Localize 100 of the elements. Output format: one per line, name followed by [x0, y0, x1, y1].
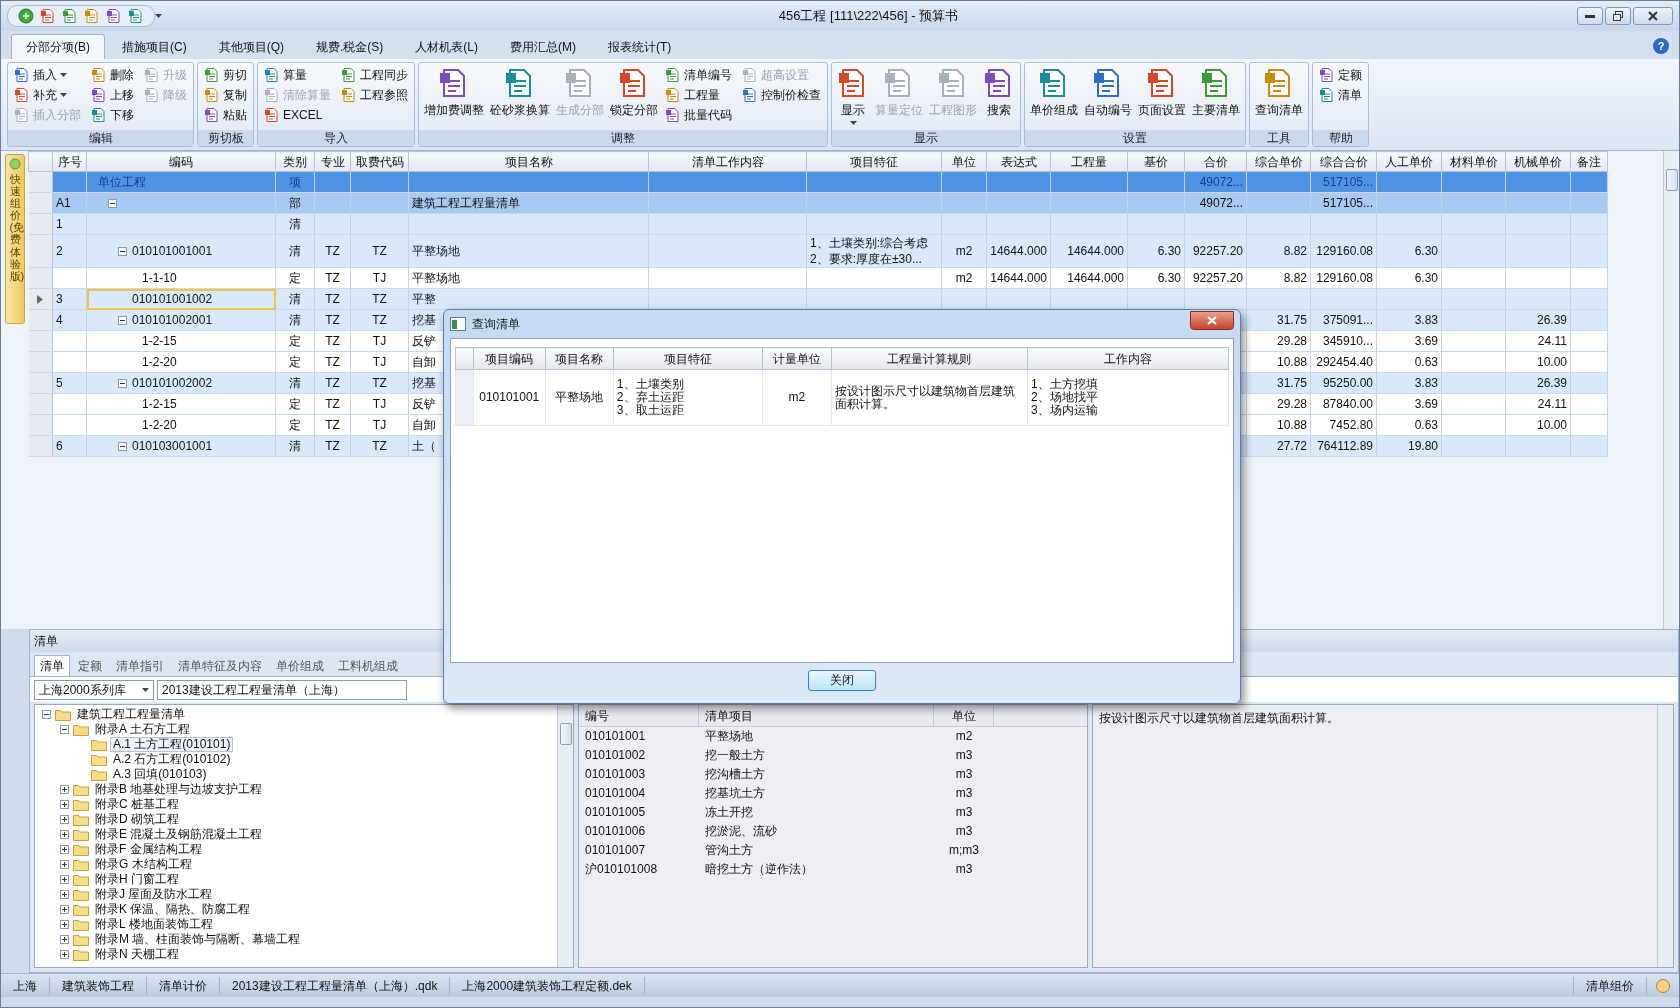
minus-box-icon[interactable] [118, 315, 127, 325]
dropdown[interactable]: 2013建设工程工程量清单（上海） [157, 679, 407, 700]
column-header[interactable]: 项目名称 [408, 151, 649, 172]
plus-circle-icon[interactable] [18, 8, 34, 24]
tree-item[interactable]: A.3 回填(010103) [110, 767, 210, 782]
scroll-thumb[interactable] [1665, 169, 1678, 191]
scrollbar[interactable] [1663, 151, 1679, 629]
ribbon-button[interactable]: 增加费调整 [423, 65, 485, 121]
column-header[interactable]: 清单工作内容 [648, 151, 807, 172]
tree-item[interactable]: 附录D 砌筑工程 [92, 812, 182, 827]
plus-box-icon[interactable] [60, 875, 69, 884]
ribbon-button[interactable]: 显示 [836, 65, 870, 127]
help-button[interactable]: ? [1653, 38, 1669, 54]
panel-tab[interactable]: 清单指引 [110, 655, 170, 676]
ribbon-button[interactable]: 主要清单 [1191, 65, 1241, 121]
plus-box-icon[interactable] [60, 950, 69, 959]
ribbon-button[interactable]: 复制 [202, 85, 249, 105]
column-header[interactable]: 综合合价 [1310, 151, 1377, 172]
panel-tab[interactable]: 工料机组成 [332, 655, 404, 676]
ribbon-button[interactable]: 清单 [1317, 85, 1364, 105]
ribbon-button[interactable]: 页面设置 [1137, 65, 1187, 121]
ribbon-button[interactable]: 工程参照 [339, 85, 410, 105]
ribbon-button[interactable]: 粘贴 [202, 105, 249, 125]
ribbon-button[interactable]: 补充 [12, 85, 83, 105]
column-header[interactable]: 合价 [1184, 151, 1247, 172]
minus-box-icon[interactable] [118, 441, 127, 451]
side-tab[interactable]: 快速组价(免费体验版) [5, 154, 25, 324]
ribbon-tab[interactable]: 其他项目(Q) [203, 34, 299, 59]
tree-item[interactable]: 建筑工程工程量清单 [74, 707, 188, 722]
plus-box-icon[interactable] [60, 905, 69, 914]
minus-box-icon[interactable] [60, 725, 69, 734]
panel-tab[interactable]: 单价组成 [270, 655, 330, 676]
ribbon-button[interactable]: 清单编号 [663, 65, 734, 85]
minus-box-icon[interactable] [108, 198, 117, 208]
ribbon-tab[interactable]: 费用汇总(M) [495, 34, 591, 59]
close-button[interactable] [1190, 310, 1234, 330]
column-header[interactable]: 人工单价 [1376, 151, 1442, 172]
column-header[interactable]: 编码 [86, 151, 276, 172]
ribbon-tab[interactable]: 措施项目(C) [107, 34, 202, 59]
plus-box-icon[interactable] [60, 860, 69, 869]
ribbon-button[interactable]: 搜索 [982, 65, 1016, 121]
tree-item[interactable]: 附录C 桩基工程 [92, 797, 182, 812]
panel-tab[interactable]: 清单 [34, 655, 70, 676]
tree-item[interactable]: 附录J 屋面及防水工程 [92, 887, 216, 902]
column-header[interactable]: 类别 [275, 151, 315, 172]
plus-box-icon[interactable] [60, 815, 69, 824]
tree-item[interactable]: 附录K 保温、隔热、防腐工程 [92, 902, 254, 917]
panel-tab[interactable]: 定额 [72, 655, 108, 676]
ribbon-tab[interactable]: 人材机表(L) [400, 34, 493, 59]
tree-item[interactable]: 附录F 金属结构工程 [92, 842, 205, 857]
scrollbar[interactable] [557, 705, 573, 967]
column-header[interactable]: 机械单价 [1505, 151, 1571, 172]
document-icon[interactable] [106, 8, 122, 24]
ribbon-tab[interactable]: 分部分项(B) [11, 34, 105, 59]
column-header[interactable]: 工程量 [1050, 151, 1128, 172]
column-header[interactable]: 项目特征 [806, 151, 942, 172]
column-header[interactable]: 项目名称 [545, 347, 614, 370]
ribbon-button[interactable]: EXCEL [262, 105, 333, 125]
document-icon[interactable] [128, 8, 144, 24]
plus-box-icon[interactable] [60, 935, 69, 944]
close-button[interactable]: 关闭 [808, 669, 876, 691]
column-header[interactable]: 基价 [1127, 151, 1185, 172]
document-icon[interactable] [40, 8, 56, 24]
minus-box-icon[interactable] [118, 246, 127, 256]
column-header[interactable]: 工程量计算规则 [831, 347, 1028, 370]
column-header[interactable]: 专业 [314, 151, 351, 172]
column-header[interactable]: 编号 [579, 705, 699, 726]
ribbon-button[interactable]: 下移 [89, 105, 136, 125]
ribbon-tab[interactable]: 报表统计(T) [593, 34, 687, 59]
document-icon[interactable] [84, 8, 100, 24]
maximize-button[interactable] [1605, 7, 1631, 25]
minus-box-icon[interactable] [42, 710, 51, 719]
dropdown[interactable]: 上海2000系列库 [34, 679, 154, 700]
ribbon-button[interactable]: 删除 [89, 65, 136, 85]
tree-item[interactable]: 附录H 门窗工程 [92, 872, 182, 887]
column-header[interactable]: 材料单价 [1441, 151, 1506, 172]
plus-box-icon[interactable] [60, 785, 69, 794]
ribbon-button[interactable]: 单价组成 [1029, 65, 1079, 121]
column-header[interactable]: 表达式 [986, 151, 1051, 172]
minus-box-icon[interactable] [118, 378, 127, 388]
ribbon-button[interactable]: 工程同步 [339, 65, 410, 85]
column-header[interactable]: 单位 [941, 151, 987, 172]
ribbon-button[interactable]: 控制价检查 [740, 85, 823, 105]
tree-item[interactable]: 附录M 墙、柱面装饰与隔断、幕墙工程 [92, 932, 304, 947]
ribbon-button[interactable]: 自动编号 [1083, 65, 1133, 121]
ribbon-button[interactable]: 批量代码 [663, 105, 734, 125]
column-header[interactable]: 工作内容 [1027, 347, 1229, 370]
column-header[interactable]: 备注 [1570, 151, 1608, 172]
ribbon-button[interactable]: 上移 [89, 85, 136, 105]
minimize-button[interactable] [1577, 7, 1603, 25]
column-header[interactable]: 综合单价 [1246, 151, 1311, 172]
document-icon[interactable] [62, 8, 78, 24]
ribbon-button[interactable]: 砼砂浆换算 [489, 65, 551, 121]
tree-item[interactable]: 附录E 混凝土及钢筋混凝土工程 [92, 827, 266, 842]
tree-item[interactable]: 附录N 天棚工程 [92, 947, 182, 962]
tree-item[interactable]: 附录G 木结构工程 [92, 857, 195, 872]
tree-item[interactable]: A.1 土方工程(010101) [110, 737, 234, 752]
row-header[interactable] [28, 288, 53, 310]
plus-box-icon[interactable] [60, 830, 69, 839]
column-header[interactable]: 取费代码 [350, 151, 409, 172]
